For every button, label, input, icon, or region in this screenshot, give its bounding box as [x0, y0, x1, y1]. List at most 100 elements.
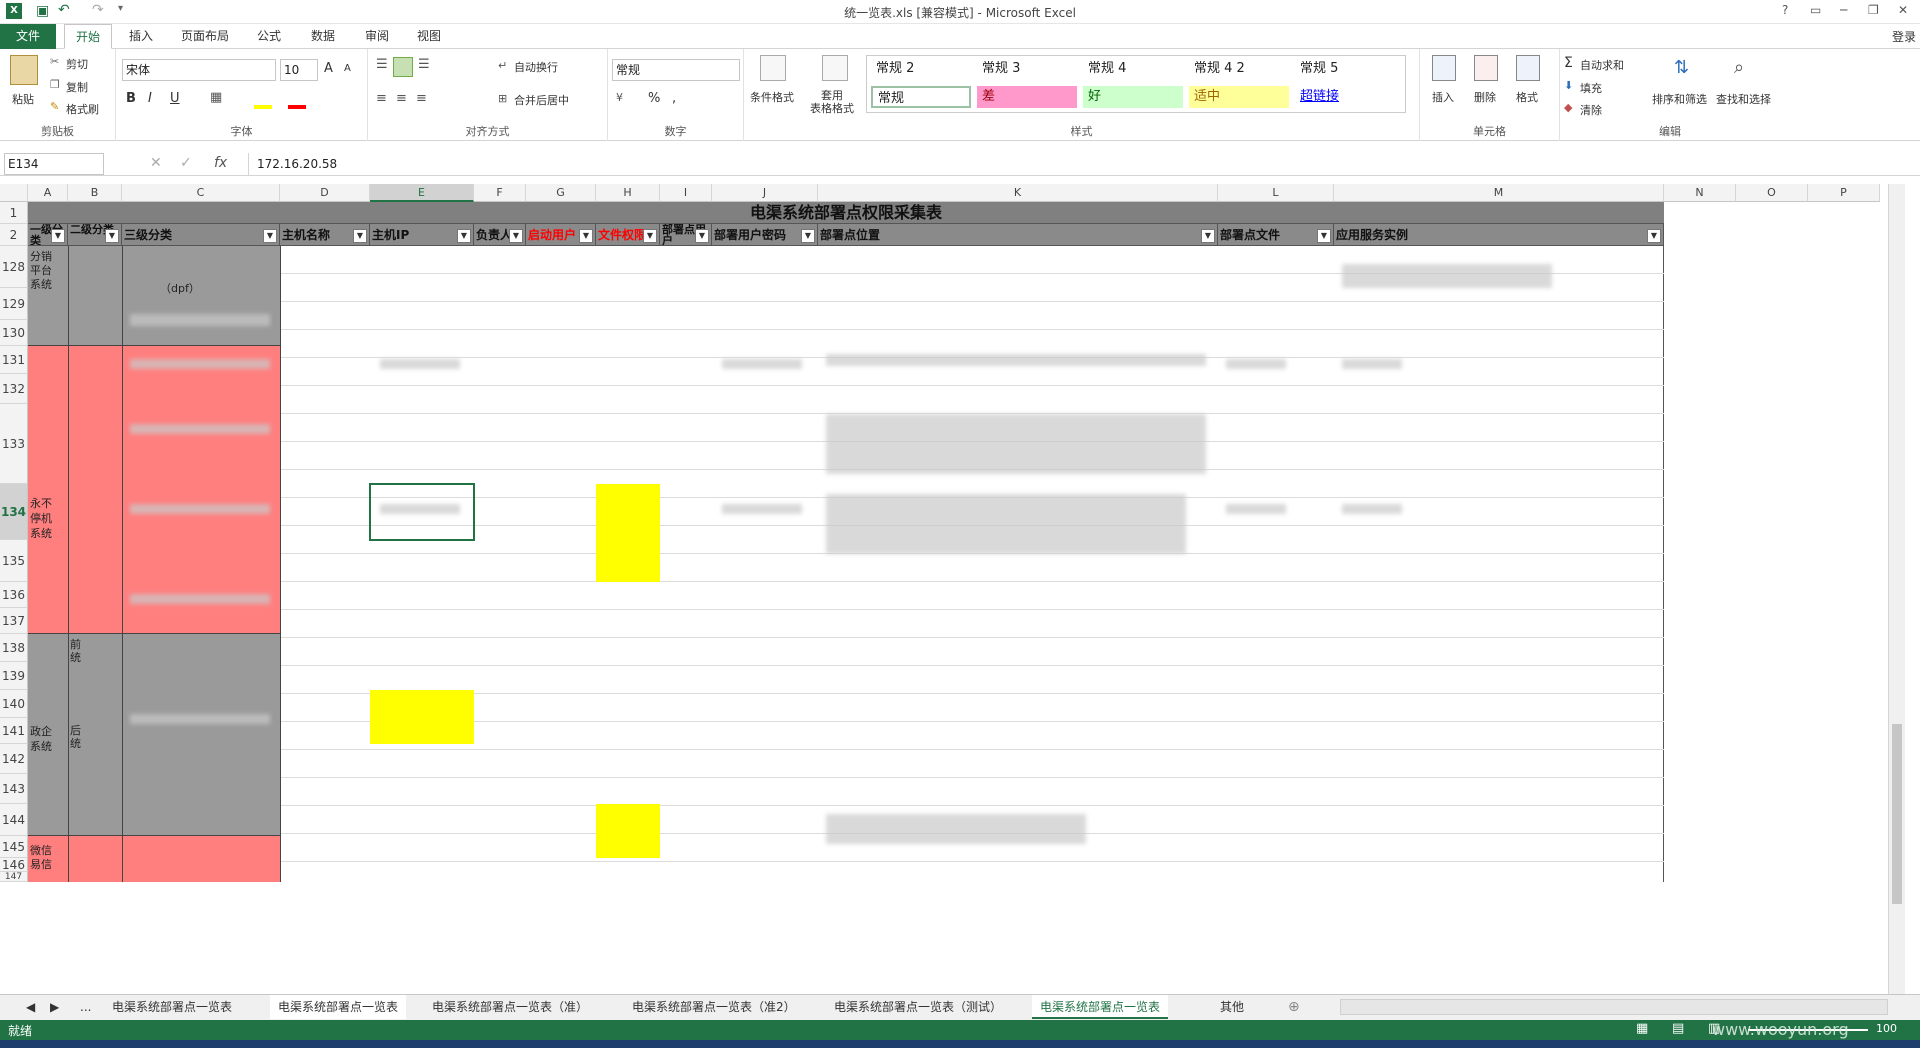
copy-button[interactable]: 复制 — [66, 79, 88, 95]
row-header[interactable]: 129 — [0, 288, 28, 320]
horizontal-scrollbar[interactable] — [1340, 999, 1888, 1015]
insert-cells-button[interactable]: 插入 — [1432, 89, 1454, 105]
highlight-cell[interactable] — [370, 690, 474, 744]
header-cell[interactable]: 负责人 ▼ — [474, 224, 526, 246]
font-color-button[interactable] — [288, 105, 306, 109]
header-cell[interactable]: 部署点文件 ▼ — [1218, 224, 1334, 246]
sheet-tab[interactable]: 电渠系统部署点一览表（准2） — [624, 995, 804, 1019]
minimize-button[interactable]: ─ — [1840, 3, 1847, 17]
column-header-k[interactable]: K — [818, 184, 1218, 202]
row-header[interactable]: 144 — [0, 804, 28, 836]
header-cell[interactable]: 部署点位置 ▼ — [818, 224, 1218, 246]
cancel-entry-icon[interactable]: ✕ — [150, 155, 162, 171]
header-cell[interactable]: 一级分类 ▼ — [28, 224, 68, 246]
style-normal-2[interactable]: 常规 2 — [871, 58, 971, 80]
insert-function-button[interactable]: fx — [214, 155, 227, 171]
sheet-tab[interactable]: 电渠系统部署点一览表 — [104, 995, 240, 1019]
find-select-button[interactable]: 查找和选择 — [1716, 91, 1771, 107]
tab-page-layout[interactable]: 页面布局 — [172, 24, 238, 49]
percent-button[interactable]: % — [648, 91, 660, 106]
row-header[interactable]: 128 — [0, 246, 28, 288]
subcategory-hou[interactable]: 后 统 — [70, 724, 90, 750]
header-cell[interactable]: 二级分类 ▼ — [68, 224, 122, 246]
tab-file[interactable]: 文件 — [0, 24, 56, 49]
style-normal-3[interactable]: 常规 3 — [977, 58, 1077, 80]
highlight-cell[interactable] — [596, 804, 660, 858]
sheet-tab[interactable]: 其他 — [1212, 995, 1252, 1019]
fill-color-button[interactable] — [254, 105, 272, 109]
tab-formulas[interactable]: 公式 — [248, 24, 290, 49]
grow-font-button[interactable]: A — [324, 61, 333, 76]
format-as-table-button[interactable]: 套用 表格格式 — [810, 89, 854, 115]
filter-dropdown-icon[interactable]: ▼ — [1317, 229, 1331, 243]
login-link[interactable]: 登录 — [1892, 28, 1916, 45]
row-header[interactable]: 132 — [0, 374, 28, 404]
align-center-icon[interactable]: ≡ — [396, 91, 407, 106]
category-zhengqi[interactable]: 政企 系统 — [30, 724, 68, 754]
row-header[interactable]: 130 — [0, 320, 28, 346]
tab-home[interactable]: 开始 — [64, 24, 112, 49]
style-normal[interactable]: 常规 — [871, 86, 971, 108]
column-header-d[interactable]: D — [280, 184, 370, 202]
column-header-a[interactable]: A — [28, 184, 68, 202]
style-normal-4[interactable]: 常规 4 — [1083, 58, 1183, 80]
header-cell[interactable]: 文件权限 ▼ — [596, 224, 660, 246]
column-header-i[interactable]: I — [660, 184, 712, 202]
align-left-icon[interactable]: ≡ — [376, 91, 387, 106]
header-cell[interactable]: 应用服务实例 ▼ — [1334, 224, 1664, 246]
close-button[interactable]: ✕ — [1898, 3, 1908, 17]
style-hyperlink[interactable]: 超链接 — [1295, 86, 1395, 108]
style-bad[interactable]: 差 — [977, 86, 1077, 108]
border-icon[interactable]: ▦ — [210, 90, 222, 105]
number-format-select[interactable]: 常规 — [612, 59, 740, 81]
sheet-more-button[interactable]: ... — [72, 995, 99, 1019]
bold-button[interactable]: B — [126, 91, 136, 106]
highlight-cell[interactable] — [596, 484, 660, 582]
category-yongbu[interactable]: 永不 停机 系统 — [30, 496, 68, 541]
row-header[interactable]: 138 — [0, 634, 28, 662]
filter-dropdown-icon[interactable]: ▼ — [353, 229, 367, 243]
sheet-scroll-left-button[interactable]: ◀ — [18, 995, 43, 1019]
row-header[interactable]: 141 — [0, 718, 28, 744]
italic-button[interactable]: I — [148, 91, 152, 106]
ribbon-display-button[interactable]: ▭ — [1810, 3, 1821, 17]
tab-insert[interactable]: 插入 — [120, 24, 162, 49]
align-top-icon[interactable]: ☰ — [376, 57, 388, 72]
filter-dropdown-icon[interactable]: ▼ — [263, 229, 277, 243]
normal-view-icon[interactable]: ▦ — [1636, 1021, 1648, 1036]
format-cells-button[interactable]: 格式 — [1516, 89, 1538, 105]
row-header[interactable]: 146 — [0, 858, 28, 872]
comma-button[interactable]: , — [672, 91, 676, 106]
paste-button[interactable]: 粘贴 — [12, 91, 34, 107]
merge-center-button[interactable]: 合并后居中 — [514, 92, 569, 108]
sheet-tab[interactable]: 电渠系统部署点一览表（准） — [424, 995, 596, 1019]
currency-icon[interactable]: ¥ — [616, 91, 623, 104]
zoom-level[interactable]: 100 — [1876, 1022, 1897, 1035]
row-header-selected[interactable]: 134 — [0, 484, 28, 540]
column-header-f[interactable]: F — [474, 184, 526, 202]
column-header-c[interactable]: C — [122, 184, 280, 202]
tab-data[interactable]: 数据 — [302, 24, 344, 49]
category-pingtai[interactable]: 分销 平台 系统 — [30, 250, 68, 292]
column-header-j[interactable]: J — [712, 184, 818, 202]
row-header[interactable]: 142 — [0, 744, 28, 774]
tab-view[interactable]: 视图 — [408, 24, 450, 49]
filter-dropdown-icon[interactable]: ▼ — [643, 229, 657, 243]
row-header[interactable]: 147 — [0, 872, 28, 882]
row-header[interactable]: 136 — [0, 582, 28, 608]
row-header[interactable]: 140 — [0, 690, 28, 718]
tab-review[interactable]: 审阅 — [356, 24, 398, 49]
header-cell[interactable]: 主机名称 ▼ — [280, 224, 370, 246]
style-neutral[interactable]: 适中 — [1189, 86, 1289, 108]
row-header[interactable]: 145 — [0, 836, 28, 858]
row-header[interactable]: 131 — [0, 346, 28, 374]
filter-dropdown-icon[interactable]: ▼ — [801, 229, 815, 243]
restore-button[interactable]: ❐ — [1868, 3, 1879, 17]
style-normal-4-2[interactable]: 常规 4 2 — [1189, 58, 1289, 80]
filter-dropdown-icon[interactable]: ▼ — [1647, 229, 1661, 243]
conditional-format-button[interactable]: 条件格式 — [750, 89, 794, 105]
row-header[interactable]: 2 — [0, 224, 28, 246]
confirm-entry-icon[interactable]: ✓ — [180, 155, 192, 171]
row-header[interactable]: 133 — [0, 404, 28, 484]
page-layout-view-icon[interactable]: ▤ — [1672, 1021, 1684, 1036]
